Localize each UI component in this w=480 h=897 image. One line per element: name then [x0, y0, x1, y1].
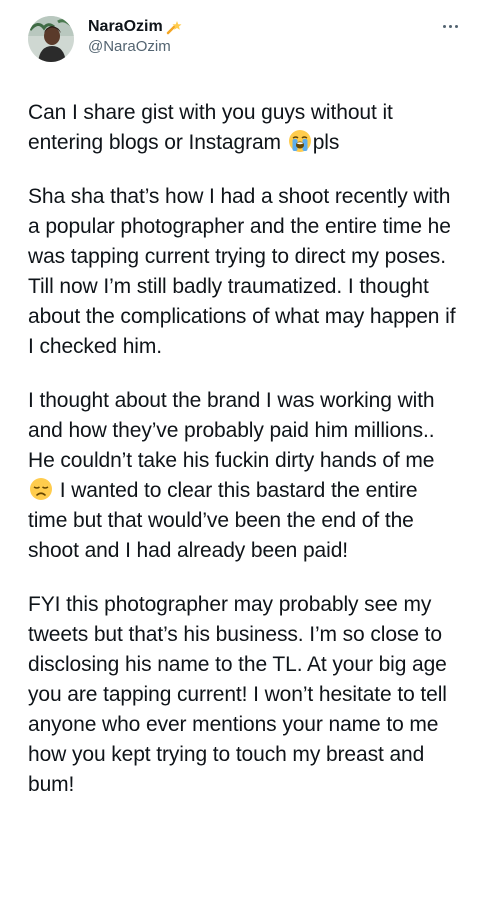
author-names: NaraOzim @NaraOzim [88, 18, 182, 55]
more-dot [448, 24, 452, 28]
tweet-paragraph-3: I thought about the brand I was working … [28, 386, 460, 566]
more-horizontal-icon [442, 24, 446, 28]
tweet-header: NaraOzim @NaraOzim [28, 14, 460, 80]
more-options-button[interactable] [438, 18, 462, 34]
loudly-crying-face-emoji-icon [288, 129, 312, 153]
display-name[interactable]: NaraOzim [88, 18, 163, 36]
avatar[interactable] [28, 16, 74, 62]
more-dot [454, 24, 458, 28]
tweet-paragraph-2: Sha sha that’s how I had a shoot recentl… [28, 185, 456, 358]
tweet: NaraOzim @NaraOzim Can I share gist with… [0, 0, 480, 897]
tweet-text: Can I share gist with you guys without i… [28, 98, 460, 800]
disappointed-face-emoji-icon [29, 477, 53, 501]
tweet-text-segment: pls [312, 131, 340, 154]
author-handle[interactable]: @NaraOzim [88, 38, 182, 55]
shooting-star-emoji-icon [166, 19, 182, 35]
tweet-paragraph-1: Can I share gist with you guys without i… [28, 98, 460, 158]
name-row: NaraOzim [88, 18, 182, 36]
tweet-text-segment: I thought about the brand I was working … [28, 389, 435, 472]
tweet-text-segment: I wanted to clear this bastard the entir… [28, 479, 418, 562]
tweet-paragraph-4: FYI this photographer may probably see m… [28, 593, 447, 796]
